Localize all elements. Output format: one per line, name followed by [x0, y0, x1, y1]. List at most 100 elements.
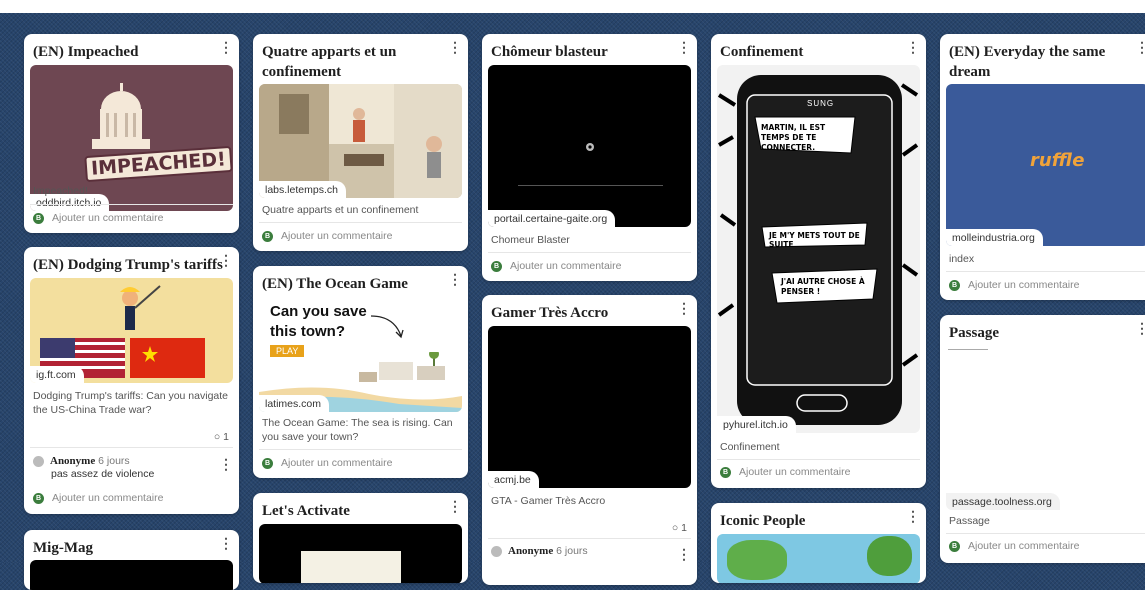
user-avatar-icon: B: [262, 230, 273, 242]
card-impeached[interactable]: (EN) Impeached ⋮ IMPEACHED! oddbird.itch…: [24, 34, 239, 233]
add-comment-label: Ajouter un commentaire: [52, 212, 164, 224]
user-avatar-icon: B: [33, 492, 44, 504]
card-ocean-game[interactable]: (EN) The Ocean Game ⋮ Can you save this …: [253, 266, 468, 478]
card-thumbnail[interactable]: ruffle molleindustria.org: [946, 84, 1145, 246]
card-everyday-same-dream[interactable]: (EN) Everyday the same dream ⋮ ruffle mo…: [940, 34, 1145, 300]
card-thumbnail[interactable]: [259, 524, 462, 583]
card-title: (EN) The Ocean Game: [262, 276, 408, 292]
user-avatar-icon: B: [491, 260, 502, 272]
add-comment-button[interactable]: B Ajouter un commentaire: [720, 466, 850, 478]
speech-bubble-2: JE M'Y METS TOUT DE SUITE: [769, 231, 860, 249]
card-thumbnail[interactable]: SUNG MARTIN, IL EST TEMPS DE TE CONNECTE…: [717, 65, 920, 433]
add-comment-button[interactable]: B Ajouter un commentaire: [262, 230, 392, 242]
card-title: Mig-Mag: [33, 540, 93, 556]
comment-author: Anonyme: [50, 455, 96, 467]
card-host-label: labs.letemps.ch: [259, 181, 346, 198]
comment-count-button[interactable]: ○ 1: [214, 431, 229, 443]
card-passage[interactable]: Passage ⋮ passage.toolness.org Passage B…: [940, 315, 1145, 563]
speech-bubble-3: J'AI AUTRE CHOSE À PENSER !: [781, 277, 865, 296]
add-comment-button[interactable]: B Ajouter un commentaire: [491, 260, 621, 272]
card-chomeur-blasteur[interactable]: Chômeur blasteur ⋮ portail.certaine-gait…: [482, 34, 697, 281]
ruffle-logo: ruffle: [1030, 150, 1085, 171]
comment-count-button[interactable]: ○ 1: [672, 522, 687, 534]
user-avatar-icon: B: [720, 466, 731, 478]
kebab-menu-icon[interactable]: ⋮: [219, 40, 233, 54]
kebab-menu-icon[interactable]: ⋮: [906, 509, 920, 523]
add-comment-button[interactable]: B Ajouter un commentaire: [949, 279, 1079, 291]
comment-age: 6 jours: [556, 545, 588, 557]
add-comment-button[interactable]: B Ajouter un commentaire: [949, 540, 1079, 552]
comment-kebab-icon[interactable]: ⋮: [219, 457, 233, 471]
card-description: Dodging Trump's tariffs: Can you navigat…: [33, 390, 228, 416]
card-host-label: ig.ft.com: [30, 366, 84, 383]
user-avatar-icon: B: [262, 457, 273, 469]
ocean-heading: Can you save this town?: [270, 303, 367, 340]
kebab-menu-icon[interactable]: ⋮: [448, 272, 462, 286]
add-comment-label: Ajouter un commentaire: [968, 540, 1080, 552]
kebab-menu-icon[interactable]: ⋮: [1135, 40, 1145, 54]
divider: [259, 222, 462, 223]
comment-bubble-icon: ○: [671, 522, 679, 534]
card-thumbnail[interactable]: [717, 534, 920, 583]
kebab-menu-icon[interactable]: ⋮: [906, 40, 920, 54]
add-comment-label: Ajouter un commentaire: [968, 279, 1080, 291]
divider: [717, 459, 920, 460]
add-comment-label: Ajouter un commentaire: [739, 466, 851, 478]
card-description: GTA - Gamer Très Accro: [491, 495, 606, 507]
comment-entry: Anonyme 6 jours pas assez de violence: [33, 455, 231, 480]
card-thumbnail[interactable]: portail.certaine-gaite.org: [488, 65, 691, 227]
gear-icon: [586, 143, 594, 151]
card-host-label: acmj.be: [488, 471, 539, 488]
card-thumbnail[interactable]: acmj.be: [488, 326, 691, 488]
card-thumbnail[interactable]: labs.letemps.ch: [259, 84, 462, 198]
arrow-icon: [370, 315, 404, 339]
tiny-text-line: [948, 349, 988, 350]
card-thumbnail[interactable]: Can you save this town? PLAY latimes.com: [259, 296, 462, 412]
card-mig-mag[interactable]: Mig-Mag ⋮: [24, 530, 239, 590]
avatar: [491, 545, 502, 557]
comment-entry: Anonyme 6 jours: [491, 545, 689, 557]
card-description: index: [949, 253, 975, 265]
card-description: Passage: [949, 515, 990, 527]
card-quatre-apparts[interactable]: Quatre apparts et un confinement ⋮ labs.…: [253, 34, 468, 251]
comment-kebab-icon[interactable]: ⋮: [677, 547, 691, 561]
comment-text: pas assez de violence: [51, 468, 155, 480]
kebab-menu-icon[interactable]: ⋮: [677, 40, 691, 54]
phone-comic-illustration-icon: [717, 65, 920, 433]
card-title: Iconic People: [720, 513, 806, 529]
add-comment-button[interactable]: B Ajouter un commentaire: [262, 457, 392, 469]
card-title: Passage: [949, 325, 999, 341]
add-comment-label: Ajouter un commentaire: [281, 457, 393, 469]
divider: [30, 447, 233, 448]
kebab-menu-icon[interactable]: ⋮: [219, 253, 233, 267]
card-title: (EN) Dodging Trump's tariffs: [33, 257, 223, 273]
kebab-menu-icon[interactable]: ⋮: [448, 40, 462, 54]
card-dodging-trump[interactable]: (EN) Dodging Trump's tariffs ⋮ ig.ft.com…: [24, 247, 239, 514]
avatar: [33, 455, 44, 467]
card-thumbnail[interactable]: [30, 560, 233, 590]
user-avatar-icon: B: [949, 279, 960, 291]
divider: [946, 533, 1145, 534]
card-gamer-tres-accro[interactable]: Gamer Très Accro ⋮ acmj.be GTA - Gamer T…: [482, 295, 697, 585]
add-comment-label: Ajouter un commentaire: [510, 260, 622, 272]
card-title: Confinement: [720, 44, 804, 60]
kebab-menu-icon[interactable]: ⋮: [677, 301, 691, 315]
card-confinement[interactable]: Confinement ⋮ SUNG MARTIN, IL EST TEMPS …: [711, 34, 926, 488]
comment-count: 1: [681, 522, 687, 534]
card-title: (EN) Impeached: [33, 44, 139, 60]
kebab-menu-icon[interactable]: ⋮: [448, 499, 462, 513]
card-thumbnail[interactable]: passage.toolness.org: [946, 346, 1145, 510]
comment-count: 1: [223, 431, 229, 443]
comment-age: 6 jours: [98, 455, 130, 467]
divider: [488, 538, 691, 539]
add-comment-button[interactable]: B Ajouter un commentaire: [33, 212, 163, 224]
kebab-menu-icon[interactable]: ⋮: [1135, 321, 1145, 335]
card-thumbnail[interactable]: ig.ft.com: [30, 278, 233, 383]
card-iconic-people[interactable]: Iconic People ⋮: [711, 503, 926, 583]
card-lets-activate[interactable]: Let's Activate ⋮: [253, 493, 468, 583]
card-host-label: pyhurel.itch.io: [717, 416, 796, 433]
add-comment-button[interactable]: B Ajouter un commentaire: [33, 492, 163, 504]
add-comment-label: Ajouter un commentaire: [52, 492, 164, 504]
kebab-menu-icon[interactable]: ⋮: [219, 536, 233, 550]
divider: [488, 252, 691, 253]
